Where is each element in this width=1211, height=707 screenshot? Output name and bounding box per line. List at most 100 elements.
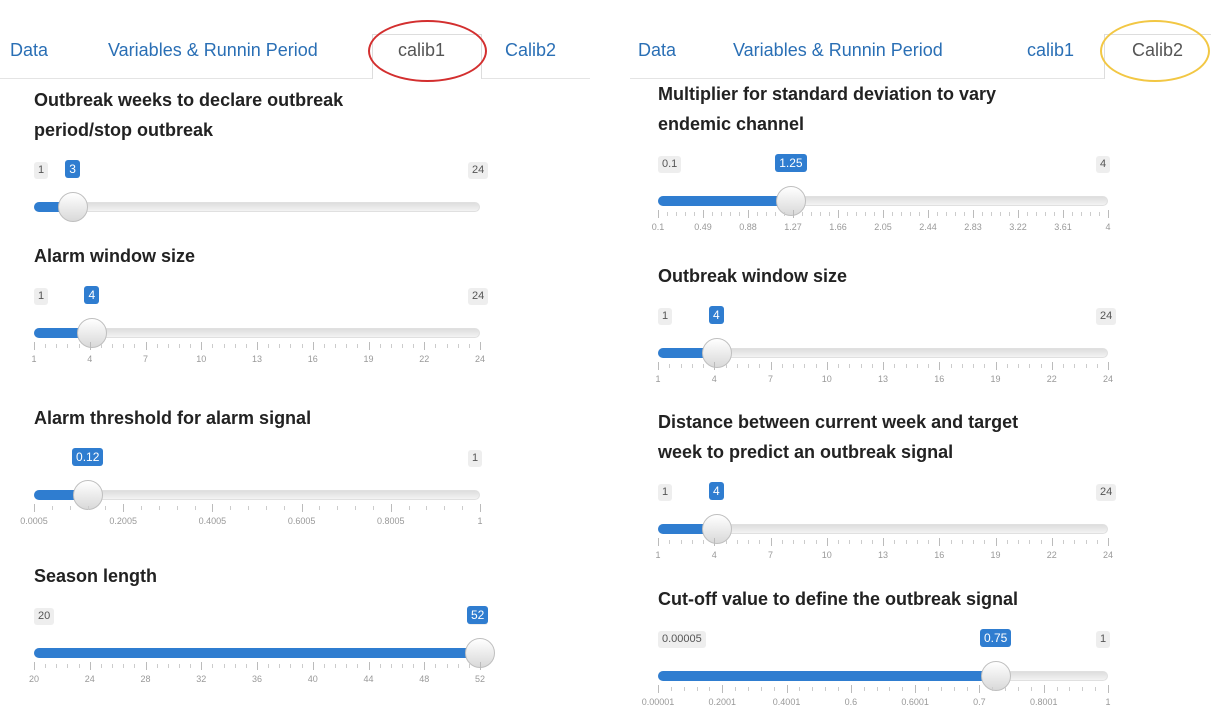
slider-track[interactable]	[34, 202, 480, 212]
tab-calib1[interactable]: calib1	[1027, 40, 1074, 61]
slider-tick-label: 10	[196, 354, 207, 364]
slider-tick	[1108, 685, 1109, 693]
slider-minor-tick	[916, 364, 918, 368]
slider-tick-label: 24	[1102, 550, 1114, 560]
slider-minor-tick	[1027, 212, 1028, 216]
slider-label: Season length	[34, 566, 158, 586]
slider-minor-tick	[966, 687, 968, 691]
slider-minor-tick	[212, 344, 214, 348]
slider-minor-tick	[1072, 212, 1073, 216]
slider-tick-label: 0.8001	[1029, 697, 1058, 707]
slider-tick-label: 10	[821, 550, 832, 560]
slider-tick-label: 1.27	[784, 222, 802, 232]
slider-tick	[390, 504, 392, 512]
slider-tick	[793, 210, 794, 218]
slider-minor-tick	[346, 344, 348, 348]
slider-minor-tick	[323, 344, 325, 348]
slider-minor-tick	[757, 212, 758, 216]
slider-handle[interactable]	[76, 318, 107, 348]
slider-handle[interactable]	[701, 338, 732, 368]
slider-min-label: 20	[34, 608, 55, 625]
slider-tick	[658, 538, 659, 546]
slider-minor-tick	[849, 540, 851, 544]
slider-tick	[145, 662, 147, 670]
slider-tick	[939, 538, 941, 546]
slider-fill	[658, 671, 996, 681]
tab-calib1[interactable]: calib1	[398, 40, 445, 61]
slider-tick-label: 0.4005	[198, 516, 227, 526]
slider-tick-label: 19	[363, 354, 374, 364]
slider-handle[interactable]	[57, 192, 88, 222]
tab-variables-running-period[interactable]: Variables & Runnin Period	[733, 40, 943, 61]
slider-minor-tick	[212, 664, 214, 668]
tab-calib2[interactable]: Calib2	[505, 40, 556, 61]
slider-minor-tick	[781, 364, 783, 368]
slider-tick-label: 0.8005	[377, 516, 405, 526]
slider-tick-label: 0.4001	[772, 697, 801, 707]
slider-minor-tick	[112, 344, 114, 348]
tab-calib2[interactable]: Calib2	[1132, 40, 1183, 61]
slider-minor-tick	[748, 540, 749, 544]
slider-tick	[883, 362, 884, 370]
slider-tick-label: 7	[142, 354, 149, 364]
slider-max-label: 4	[1096, 156, 1111, 173]
tab-data[interactable]: Data	[638, 40, 676, 61]
slider-value-badge: 4	[709, 306, 724, 324]
slider-tick	[89, 342, 91, 350]
slider-tick	[883, 538, 884, 546]
slider-tick	[883, 210, 884, 218]
slider-minor-tick	[802, 212, 803, 216]
slider-tick	[658, 362, 659, 370]
slider-minor-tick	[1096, 364, 1098, 368]
tab-variables-running-period[interactable]: Variables & Runnin Period	[108, 40, 318, 61]
slider-tick-label: 22	[1046, 550, 1057, 560]
slider-minor-tick	[45, 664, 47, 668]
tab-data[interactable]: Data	[10, 40, 48, 61]
slider-tick-label: 19	[990, 374, 1001, 384]
slider-minor-tick	[894, 540, 896, 544]
slider-minor-tick	[847, 212, 848, 216]
slider-minor-tick	[709, 687, 711, 691]
slider-max-label: 24	[1096, 308, 1117, 325]
slider-minor-tick	[379, 344, 381, 348]
slider-value-badge: 4	[84, 286, 100, 304]
slider-minor-tick	[748, 364, 749, 368]
slider-tick-label: 20	[28, 674, 40, 684]
slider-minor-tick	[838, 364, 839, 368]
slider-value-badge: 52	[467, 606, 489, 624]
slider-minor-tick	[825, 687, 827, 691]
slider-minor-tick	[141, 506, 143, 510]
slider-tick-label: 0.00001	[641, 697, 675, 707]
slider-minor-tick	[167, 664, 169, 668]
slider-minor-tick	[234, 664, 236, 668]
slider-tick	[201, 662, 203, 670]
slider-minor-tick	[190, 664, 192, 668]
slider-value-badge: 0.12	[72, 448, 104, 466]
slider-minor-tick	[961, 364, 963, 368]
slider-tick-label: 2.44	[919, 222, 937, 232]
slider-minor-tick	[1006, 540, 1008, 544]
slider-minor-tick	[1082, 687, 1084, 691]
slider-minor-tick	[105, 506, 107, 510]
slider-tick	[979, 685, 981, 693]
slider-minor-tick	[446, 664, 448, 668]
slider-minor-tick	[1095, 687, 1097, 691]
slider-tick-label: 0.88	[739, 222, 757, 232]
slider-minor-tick	[670, 687, 672, 691]
slider-minor-tick	[123, 344, 125, 348]
slider-minor-tick	[1074, 540, 1076, 544]
slider-minor-tick	[889, 687, 891, 691]
slider-minor-tick	[748, 687, 749, 691]
slider-minor-tick	[829, 212, 830, 216]
slider-minor-tick	[793, 540, 794, 544]
slider-minor-tick	[401, 664, 403, 668]
slider-minor-tick	[123, 664, 125, 668]
slider-tick-label: 13	[877, 374, 889, 384]
slider-minor-tick	[301, 664, 303, 668]
slider-minor-tick	[390, 344, 392, 348]
slider-minor-tick	[134, 344, 136, 348]
slider-minor-tick	[691, 364, 693, 368]
slider-minor-tick	[1018, 540, 1019, 544]
slider-handle[interactable]	[701, 514, 732, 544]
slider-tick	[658, 685, 659, 693]
